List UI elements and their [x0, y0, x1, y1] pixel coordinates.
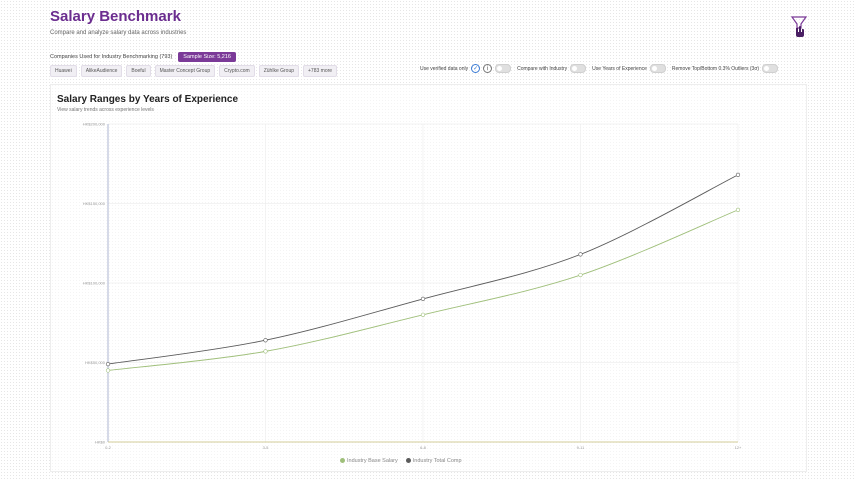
x-tick-label: 9-11 [577, 445, 585, 450]
chart-legend: Industry Base Salary Industry Total Comp [340, 458, 462, 464]
x-tick-label: 12+ [735, 445, 742, 450]
y-tick-label: HK$50,000 [85, 360, 106, 365]
data-point [735, 207, 741, 212]
x-tick-label: 3-5 [263, 445, 270, 450]
x-tick-label: 0-2 [105, 445, 112, 450]
legend-item[interactable]: Industry Total Comp [405, 458, 462, 464]
data-point [420, 312, 426, 317]
legend-swatch [340, 458, 345, 464]
data-point [263, 338, 268, 343]
data-point [735, 172, 741, 177]
page: Salary Benchmark Compare and analyze sal… [0, 0, 854, 480]
y-tick-label: HK$200,000 [83, 122, 106, 127]
legend-item[interactable]: Industry Base Salary [340, 458, 398, 464]
data-point [105, 368, 111, 373]
y-tick-label: HK$100,000 [83, 281, 106, 286]
data-point [263, 349, 268, 354]
data-point [420, 296, 426, 302]
legend-label: Industry Total Comp [412, 458, 462, 464]
x-tick-label: 6-8 [420, 445, 427, 450]
y-tick-label: HK$150,000 [83, 201, 106, 206]
data-point [105, 361, 111, 367]
legend-swatch [405, 458, 411, 464]
y-tick-label: HK$0 [95, 440, 106, 445]
legend-label: Industry Base Salary [347, 458, 398, 464]
data-point [578, 252, 583, 257]
data-point [578, 272, 583, 278]
salary-line-chart: HK$0 HK$50,000 HK$100,000 HK$150,000 HK$200,… [83, 122, 742, 451]
